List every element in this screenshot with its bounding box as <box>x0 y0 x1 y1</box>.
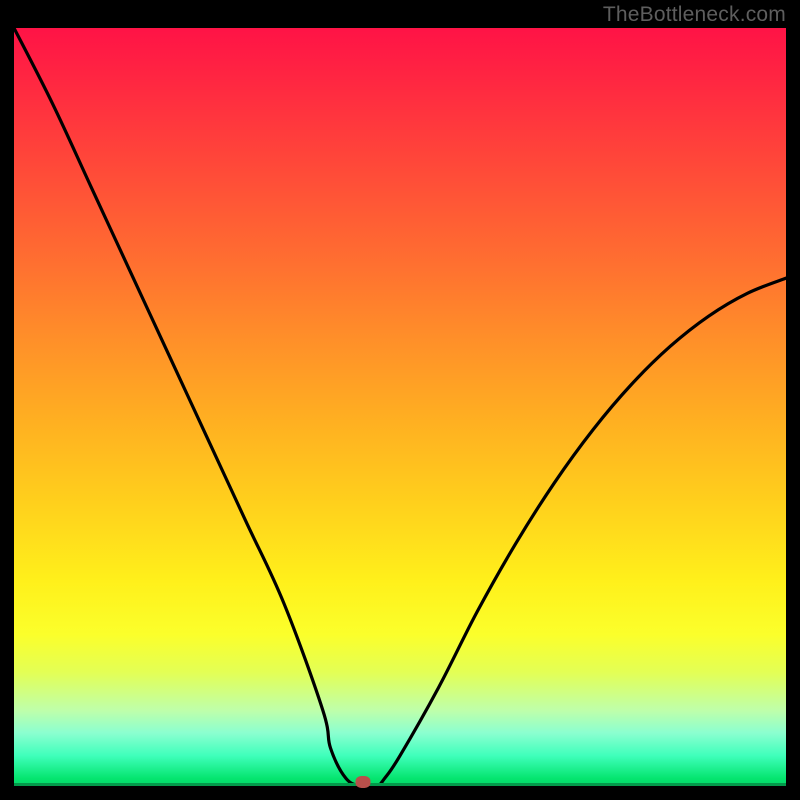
minimum-marker <box>355 776 370 788</box>
baseline-strip <box>14 783 786 786</box>
chart-frame: TheBottleneck.com <box>0 0 800 800</box>
bottleneck-curve <box>14 28 786 786</box>
attribution-label: TheBottleneck.com <box>603 3 786 27</box>
plot-area <box>14 28 786 786</box>
curve-path <box>14 28 786 786</box>
